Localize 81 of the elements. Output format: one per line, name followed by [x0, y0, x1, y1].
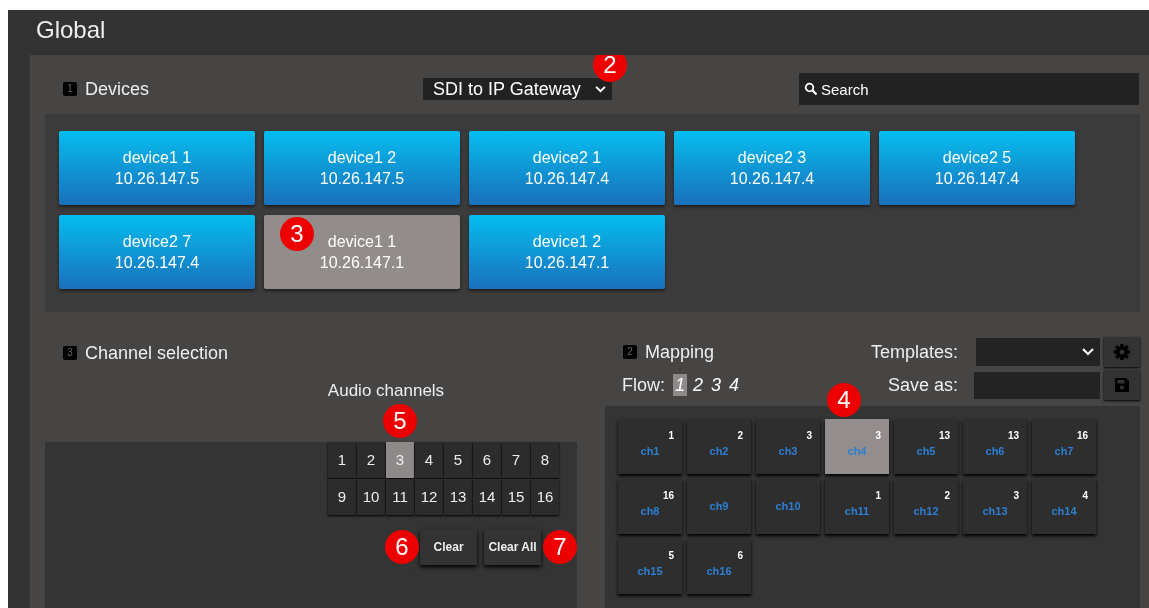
mapping-channel[interactable]: 5 ch15	[618, 539, 682, 594]
channel-button[interactable]: 11	[386, 479, 414, 515]
source-number: 13	[1007, 429, 1019, 443]
settings-button[interactable]	[1104, 337, 1140, 367]
source-number: 4	[1082, 489, 1088, 503]
channel-button[interactable]: 7	[502, 442, 530, 478]
flow-tab[interactable]: 3	[709, 374, 724, 396]
channel-button[interactable]: 6	[473, 442, 501, 478]
source-number: 1	[875, 489, 881, 503]
mapping-channel[interactable]: 2 ch2	[687, 419, 751, 474]
callout-marker: 2	[593, 55, 627, 82]
source-number: 16	[662, 489, 674, 503]
section-number: 2	[623, 345, 637, 359]
audio-channels-label: Audio channels	[327, 381, 445, 400]
channel-button[interactable]: 2	[357, 442, 385, 478]
source-number: 13	[938, 429, 950, 443]
device-tile[interactable]: device2 3 10.26.147.4	[674, 131, 870, 205]
section-title: Mapping	[645, 340, 715, 364]
flow-label: Flow:	[622, 373, 665, 397]
channel-button[interactable]: 13	[444, 479, 472, 515]
mapping-channel[interactable]: 16 ch7	[1032, 419, 1096, 474]
search-field[interactable]: Search	[799, 73, 1139, 105]
channel-button[interactable]: 1	[328, 442, 356, 478]
mapping-channel[interactable]: 4 ch14	[1032, 479, 1096, 534]
device-tile[interactable]: device2 7 10.26.147.4	[59, 215, 255, 289]
clear-button[interactable]: Clear	[420, 529, 478, 565]
save-as-label: Save as:	[887, 373, 958, 397]
channel-button[interactable]: 14	[473, 479, 501, 515]
callout-marker: 4	[827, 383, 861, 417]
device-tile[interactable]: device1 1 10.26.147.5	[59, 131, 255, 205]
source-number: 2	[944, 489, 950, 503]
mapping-channel[interactable]: 13 ch5	[894, 419, 958, 474]
channel-button[interactable]: 15	[502, 479, 530, 515]
mapping-channel[interactable]: 2 ch12	[894, 479, 958, 534]
templates-label: Templates:	[870, 340, 958, 364]
section-title: Devices	[85, 77, 150, 101]
channel-button[interactable]: 16	[531, 479, 559, 515]
mapping-channel[interactable]: 3 ch3	[756, 419, 820, 474]
source-number: 6	[737, 549, 743, 563]
device-tile[interactable]: device2 1 10.26.147.4	[469, 131, 665, 205]
mapping-channel[interactable]: 1 ch11	[825, 479, 889, 534]
section-number: 1	[63, 82, 77, 96]
section-title: Channel selection	[85, 341, 229, 365]
page-title: Global	[35, 15, 107, 45]
save-icon	[1114, 377, 1130, 393]
source-number: 3	[875, 429, 881, 443]
source-number: 2	[737, 429, 743, 443]
source-number: 16	[1076, 429, 1088, 443]
device-tile[interactable]: device1 2 10.26.147.5	[264, 131, 460, 205]
mapping-channel[interactable]: 1 ch1	[618, 419, 682, 474]
channel-button[interactable]: 5	[444, 442, 472, 478]
flow-tab[interactable]: 2	[691, 374, 706, 396]
device-type-dropdown[interactable]: SDI to IP Gateway	[423, 78, 612, 100]
save-button[interactable]	[1104, 370, 1140, 400]
chevron-icon	[1082, 348, 1094, 356]
callout-marker: 5	[383, 404, 417, 438]
chevron-icon	[594, 85, 606, 93]
source-number: 1	[668, 429, 674, 443]
channel-button[interactable]: 10	[357, 479, 385, 515]
clear-button[interactable]: Clear All	[484, 529, 541, 565]
channel-button[interactable]: 4	[415, 442, 443, 478]
source-number: 3	[1013, 489, 1019, 503]
callout-marker: 7	[543, 530, 577, 564]
settings-icon	[1113, 343, 1131, 361]
save-as-field[interactable]	[974, 371, 1100, 399]
device-tile[interactable]: device1 2 10.26.147.1	[469, 215, 665, 289]
channel-button[interactable]: 9	[328, 479, 356, 515]
section-number: 3	[63, 346, 77, 360]
mapping-channel[interactable]: 13 ch6	[963, 419, 1027, 474]
device-tile[interactable]: device2 5 10.26.147.4	[879, 131, 1075, 205]
source-number: 3	[806, 429, 812, 443]
search-icon	[804, 82, 818, 96]
callout-marker: 6	[385, 530, 419, 564]
source-number: 5	[668, 549, 674, 563]
mapping-channel[interactable]: 16 ch8	[618, 479, 682, 534]
flow-tab[interactable]: 4	[727, 374, 742, 396]
templates-dropdown[interactable]	[976, 338, 1100, 366]
mapping-channel[interactable]: 6 ch16	[687, 539, 751, 594]
mapping-channel[interactable]: 3 ch13	[963, 479, 1027, 534]
channel-button[interactable]: 12	[415, 479, 443, 515]
channel-button[interactable]: 8	[531, 442, 559, 478]
